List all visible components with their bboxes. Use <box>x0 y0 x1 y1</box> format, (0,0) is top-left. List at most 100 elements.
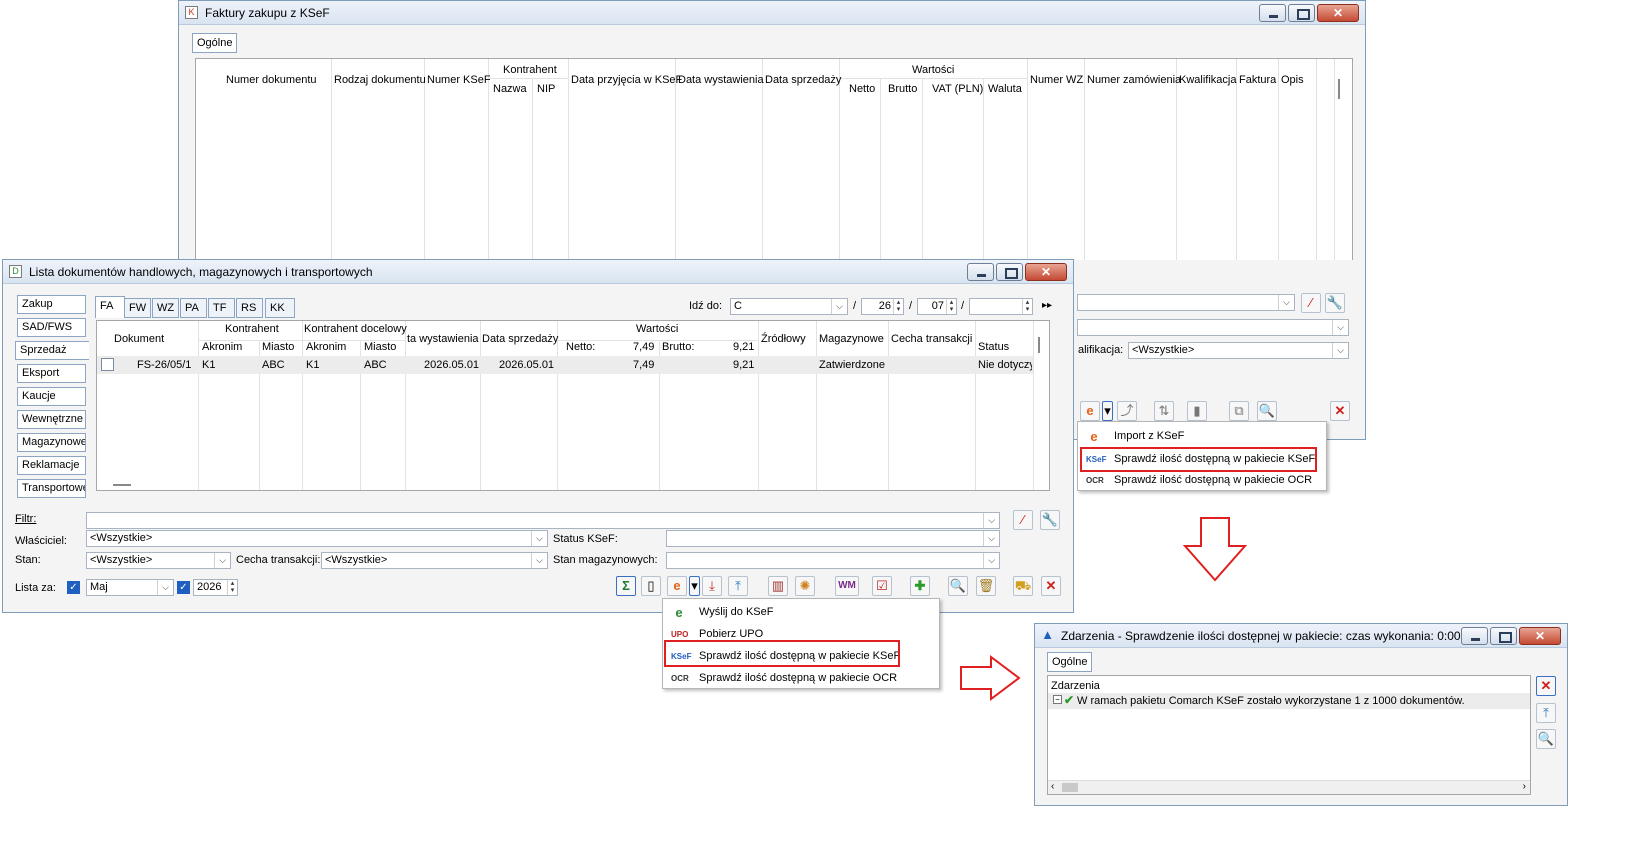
tab-ogolne[interactable]: Ogólne <box>1047 652 1093 672</box>
sidebar-item-transportowe[interactable]: Transportowe <box>17 479 86 498</box>
goto-field[interactable]: C ⌵ <box>730 298 848 315</box>
goto-day-spinner[interactable]: 26 ▴ ▾ <box>861 298 904 315</box>
wm-icon[interactable]: WM <box>835 576 859 596</box>
sidebar-item-sprzedaz[interactable]: Sprzedaż <box>15 341 89 360</box>
maximize-button[interactable] <box>996 263 1023 281</box>
minimize-button[interactable] <box>1461 627 1488 645</box>
col-data-sprzedazy[interactable]: Data sprzedaży <box>765 74 841 86</box>
scroll-right-icon[interactable]: › <box>1523 781 1526 792</box>
ksef-close-icon[interactable]: ✕ <box>1330 401 1350 421</box>
col-numer-wz[interactable]: Numer WZ <box>1030 74 1083 86</box>
scroll-left-icon[interactable]: ‹ <box>1051 781 1054 792</box>
ksef-send-dropdown[interactable]: ▾ <box>689 576 700 596</box>
magic-icon[interactable]: ✺ <box>795 576 815 596</box>
books-icon[interactable]: ▥ <box>768 576 788 596</box>
maximize-button[interactable] <box>1490 627 1517 645</box>
ksef-link-icon[interactable]: ⧉ <box>1229 401 1249 421</box>
minimize-button[interactable] <box>1259 4 1286 22</box>
sum-button[interactable]: Σ <box>616 576 636 596</box>
events-export-icon[interactable]: ⤒ <box>1536 703 1556 723</box>
col-waluta[interactable]: Waluta <box>988 83 1022 95</box>
col-brutto[interactable]: Brutto <box>888 83 917 95</box>
wlasciciel-select[interactable]: <Wszystkie> ⌵ <box>86 530 548 547</box>
collapse-icon[interactable]: − <box>1053 695 1062 704</box>
col-magazynowe[interactable]: Magazynowe <box>819 333 884 345</box>
ksef-import-dropdown[interactable]: ▾ <box>1102 401 1113 421</box>
year-spinner[interactable]: 2026 ▴ ▾ <box>193 579 238 596</box>
row-checkbox[interactable] <box>101 358 114 371</box>
clear-filter-button[interactable]: ⁄ <box>1301 293 1321 313</box>
sidebar-item-reklamacje[interactable]: Reklamacje <box>17 456 86 475</box>
col-dokument[interactable]: Dokument <box>114 333 164 345</box>
tab-pa[interactable]: PA <box>180 298 207 318</box>
menu-item-wyslij-ksef[interactable]: e Wyślij do KSeF <box>663 602 939 622</box>
goto-month-spinner[interactable]: 07 ▴ ▾ <box>917 298 957 315</box>
tab-tf[interactable]: TF <box>208 298 235 318</box>
tab-ogolne[interactable]: Ogólne <box>192 33 238 53</box>
col-kwalifikacja[interactable]: Kwalifikacja <box>1179 74 1236 86</box>
sidebar-item-magazynowe[interactable]: Magazynowe <box>17 433 86 452</box>
col-netto[interactable]: Netto <box>849 83 875 95</box>
menu-item-check-ocr[interactable]: OCR Sprawdź ilość dostępną w pakiecie OC… <box>663 668 939 688</box>
tree-event-row[interactable]: − ✔ W ramach pakietu Comarch KSeF został… <box>1048 693 1530 709</box>
col-numer-dokumentu[interactable]: Numer dokumentu <box>226 74 317 86</box>
tab-rs[interactable]: RS <box>236 298 263 318</box>
col-numer-zamowienia[interactable]: Numer zamówienia <box>1087 74 1181 86</box>
sidebar-item-kaucje[interactable]: Kaucje <box>17 387 86 406</box>
col-miasto[interactable]: Miasto <box>262 341 294 353</box>
col-vat[interactable]: VAT (PLN) <box>932 83 983 95</box>
col-miasto-docelowy[interactable]: Miasto <box>364 341 396 353</box>
month-select[interactable]: Maj ⌵ <box>86 579 174 596</box>
col-nip[interactable]: NIP <box>537 83 555 95</box>
close-button[interactable] <box>1025 263 1067 281</box>
col-akronim-docelowy[interactable]: Akronim <box>306 341 346 353</box>
search-icon[interactable]: 🔍 <box>948 576 968 596</box>
table-row[interactable]: FS-26/05/1 K1 ABC K1 ABC 2026.05.01 2026… <box>97 356 1033 374</box>
close-list-icon[interactable]: ✕ <box>1041 576 1061 596</box>
vertical-scrollbar[interactable] <box>1038 337 1046 353</box>
filter-settings-icon[interactable]: 🔧 <box>1325 293 1345 313</box>
stan-select[interactable]: <Wszystkie> ⌵ <box>86 552 231 569</box>
col-zrodlowy[interactable]: Źródłowy <box>761 333 806 345</box>
ksef-preview-icon[interactable]: ⤴ <box>1117 401 1137 421</box>
ksef-send-button[interactable]: e <box>667 576 687 596</box>
sidebar-item-wewnetrzne[interactable]: Wewnętrzne <box>17 410 86 429</box>
sidebar-item-sad-fws[interactable]: SAD/FWS <box>17 318 86 337</box>
tab-fa[interactable]: FA <box>95 296 125 318</box>
filter-field[interactable]: ⌵ <box>86 512 1000 529</box>
upload-icon[interactable]: ⤒ <box>728 576 748 596</box>
ksef-import-button[interactable]: e <box>1080 401 1100 421</box>
goto-go-button[interactable]: ▸▸ <box>1038 297 1056 317</box>
col-cecha-transakcji[interactable]: Cecha transakcji <box>891 333 972 345</box>
sidebar-item-zakup[interactable]: Zakup <box>17 295 86 314</box>
ksef-search-icon[interactable]: 🔍 <box>1257 401 1277 421</box>
horizontal-scrollbar[interactable] <box>113 484 131 486</box>
kwalifikacja-select[interactable]: <Wszystkie> ⌵ <box>1128 342 1349 359</box>
events-search-icon[interactable]: 🔍 <box>1536 729 1556 749</box>
horizontal-scrollbar[interactable]: ‹ › <box>1048 780 1530 794</box>
tab-kk[interactable]: KK <box>265 298 295 318</box>
status-ksef-select[interactable]: ⌵ <box>666 530 1000 547</box>
tab-fw[interactable]: FW <box>124 298 151 318</box>
ksef-second-field[interactable]: ⌵ <box>1077 319 1349 336</box>
cecha-transakcji-select[interactable]: <Wszystkie> ⌵ <box>321 552 548 569</box>
col-data-wystawienia[interactable]: Data wystawienia <box>678 74 764 86</box>
col-data-sprzedazy[interactable]: Data sprzedaży <box>482 333 558 345</box>
close-button[interactable] <box>1317 4 1359 22</box>
close-button[interactable] <box>1519 627 1561 645</box>
col-faktura[interactable]: Faktura <box>1239 74 1276 86</box>
tab-wz[interactable]: WZ <box>152 298 179 318</box>
truck-icon[interactable]: ⛟ <box>1013 576 1033 596</box>
scroll-thumb[interactable] <box>1062 783 1078 792</box>
menu-item-check-ocr[interactable]: OCR Sprawdź ilość dostępną w pakiecie OC… <box>1078 470 1326 490</box>
col-rodzaj-dokumentu[interactable]: Rodzaj dokumentu <box>334 74 426 86</box>
ksef-sort-icon[interactable]: ⇅ <box>1154 401 1174 421</box>
minimize-button[interactable] <box>967 263 994 281</box>
sidebar-item-eksport[interactable]: Eksport <box>17 364 86 383</box>
checklist-icon[interactable]: ☑ <box>872 576 892 596</box>
add-icon[interactable]: ✚ <box>910 576 930 596</box>
vertical-scrollbar[interactable] <box>1338 79 1350 99</box>
document-icon[interactable]: ▯ <box>641 576 661 596</box>
trash-icon[interactable]: 🗑 <box>976 576 996 596</box>
col-status[interactable]: Status <box>978 341 1009 353</box>
